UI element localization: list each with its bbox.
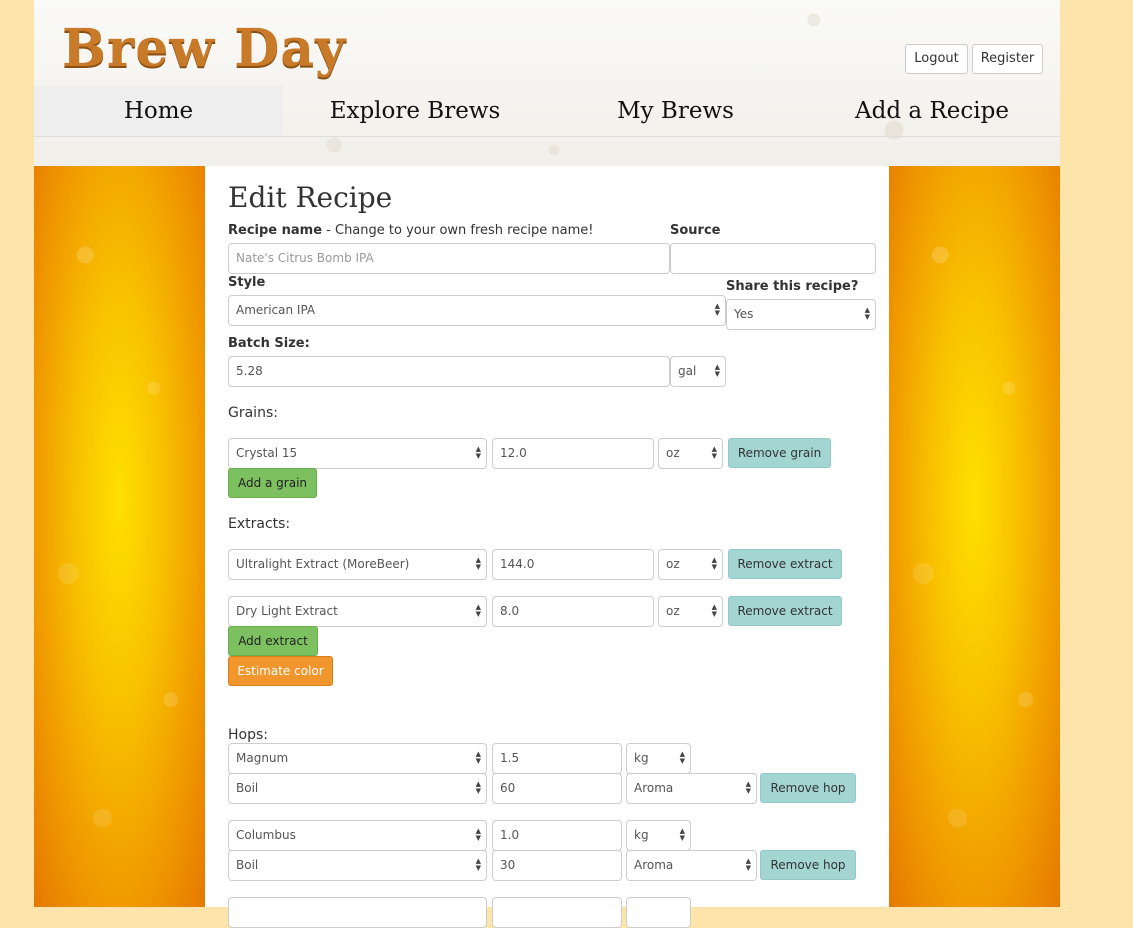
chevron-up-down-icon: ▲ ▼ <box>711 445 717 460</box>
grain-unit-select[interactable]: oz ▲ ▼ <box>658 438 723 469</box>
extract-unit: oz <box>666 557 680 571</box>
recipe-name-label-text: Recipe name <box>228 223 323 238</box>
source-label: Source <box>670 223 721 238</box>
nav-my-brews[interactable]: My Brews <box>547 86 804 136</box>
chevron-up-down-icon: ▲ ▼ <box>475 445 481 460</box>
nav-home[interactable]: Home <box>34 86 283 136</box>
share-label: Share this recipe? <box>726 279 859 294</box>
style-select-value: American IPA <box>236 303 316 317</box>
hop-time-input[interactable]: 60 <box>492 773 622 804</box>
extract-unit: oz <box>666 604 680 618</box>
beer-background-right <box>889 166 1060 907</box>
grain-name: Crystal 15 <box>236 446 298 460</box>
main-nav: Home Explore Brews My Brews Add a Recipe <box>34 86 1060 137</box>
extract-select[interactable]: Ultralight Extract (MoreBeer) ▲ ▼ <box>228 549 487 580</box>
share-select[interactable]: Yes ▲ ▼ <box>726 299 876 330</box>
batch-size-input[interactable]: 5.28 <box>228 356 670 387</box>
hop-amount-input[interactable]: 1.5 <box>492 743 622 774</box>
chevron-up-down-icon: ▲ ▼ <box>864 306 870 321</box>
edit-recipe-form: Edit Recipe Recipe name - Change to your… <box>205 166 889 928</box>
recipe-name-input[interactable]: Nate's Citrus Bomb IPA <box>228 243 670 274</box>
chevron-up-down-icon: ▲ ▼ <box>679 827 685 842</box>
hop-use-select[interactable]: Boil ▲ ▼ <box>228 850 487 881</box>
hop-unit: kg <box>634 828 649 842</box>
hop-use-select[interactable]: Boil ▲ ▼ <box>228 773 487 804</box>
remove-hop-button[interactable]: Remove hop <box>760 773 856 803</box>
batch-size-label: Batch Size: <box>228 336 310 351</box>
chevron-up-down-icon: ▲ ▼ <box>475 780 481 795</box>
hop-type: Aroma <box>634 781 674 795</box>
source-input[interactable] <box>670 243 876 274</box>
hop-unit-select[interactable]: kg ▲ ▼ <box>626 820 691 851</box>
chevron-up-down-icon: ▲ ▼ <box>711 556 717 571</box>
chevron-up-down-icon: ▲ ▼ <box>475 556 481 571</box>
batch-unit-value: gal <box>678 364 697 378</box>
hop-type-select[interactable]: Aroma ▲ ▼ <box>626 773 757 804</box>
hop-unit: kg <box>634 751 649 765</box>
estimate-color-button[interactable]: Estimate color <box>228 656 333 686</box>
hop-use: Boil <box>236 781 259 795</box>
chevron-up-down-icon: ▲ ▼ <box>714 302 720 317</box>
page: Brew Day Logout Register Home Explore Br… <box>34 0 1060 928</box>
remove-extract-button[interactable]: Remove extract <box>728 596 842 626</box>
hop-select[interactable] <box>228 897 487 928</box>
extract-amount-input[interactable]: 144.0 <box>492 549 654 580</box>
recipe-name-label: Recipe name - Change to your own fresh r… <box>228 223 593 238</box>
extract-name: Ultralight Extract (MoreBeer) <box>236 557 410 571</box>
chevron-up-down-icon: ▲ ▼ <box>745 857 751 872</box>
logout-button[interactable]: Logout <box>905 44 968 74</box>
page-title: Edit Recipe <box>228 181 393 214</box>
hop-time-input[interactable]: 30 <box>492 850 622 881</box>
hop-name: Columbus <box>236 828 296 842</box>
chevron-up-down-icon: ▲ ▼ <box>745 780 751 795</box>
hop-use: Boil <box>236 858 259 872</box>
chevron-up-down-icon: ▲ ▼ <box>711 603 717 618</box>
add-grain-button[interactable]: Add a grain <box>228 468 317 498</box>
chevron-up-down-icon: ▲ ▼ <box>475 857 481 872</box>
style-select[interactable]: American IPA ▲ ▼ <box>228 295 726 326</box>
chevron-up-down-icon: ▲ ▼ <box>475 827 481 842</box>
extract-unit-select[interactable]: oz ▲ ▼ <box>658 549 723 580</box>
extract-select[interactable]: Dry Light Extract ▲ ▼ <box>228 596 487 627</box>
hop-name: Magnum <box>236 751 289 765</box>
hop-select[interactable]: Columbus ▲ ▼ <box>228 820 487 851</box>
hop-amount-input[interactable] <box>492 897 622 928</box>
hops-heading: Hops: <box>228 727 268 743</box>
batch-unit-select[interactable]: gal ▲ ▼ <box>670 356 726 387</box>
extract-unit-select[interactable]: oz ▲ ▼ <box>658 596 723 627</box>
logo[interactable]: Brew Day <box>62 18 346 79</box>
beer-background-left <box>34 166 205 907</box>
share-select-value: Yes <box>734 307 754 321</box>
grain-amount-input[interactable]: 12.0 <box>492 438 654 469</box>
hop-type: Aroma <box>634 858 674 872</box>
hop-unit-select[interactable] <box>626 897 691 928</box>
hop-type-select[interactable]: Aroma ▲ ▼ <box>626 850 757 881</box>
remove-hop-button[interactable]: Remove hop <box>760 850 856 880</box>
grain-unit: oz <box>666 446 680 460</box>
grains-heading: Grains: <box>228 405 278 421</box>
chevron-up-down-icon: ▲ ▼ <box>475 603 481 618</box>
chevron-up-down-icon: ▲ ▼ <box>475 750 481 765</box>
extract-amount-input[interactable]: 8.0 <box>492 596 654 627</box>
hop-select[interactable]: Magnum ▲ ▼ <box>228 743 487 774</box>
extracts-heading: Extracts: <box>228 516 291 532</box>
nav-explore-brews[interactable]: Explore Brews <box>283 86 547 136</box>
hop-unit-select[interactable]: kg ▲ ▼ <box>626 743 691 774</box>
header: Brew Day Logout Register Home Explore Br… <box>34 0 1060 166</box>
chevron-up-down-icon: ▲ ▼ <box>714 363 720 378</box>
hop-amount-input[interactable]: 1.0 <box>492 820 622 851</box>
add-extract-button[interactable]: Add extract <box>228 626 318 656</box>
recipe-name-hint: - Change to your own fresh recipe name! <box>322 223 594 238</box>
register-button[interactable]: Register <box>972 44 1043 74</box>
nav-add-recipe[interactable]: Add a Recipe <box>804 86 1060 136</box>
remove-grain-button[interactable]: Remove grain <box>728 438 831 468</box>
chevron-up-down-icon: ▲ ▼ <box>679 750 685 765</box>
style-label: Style <box>228 275 266 290</box>
remove-extract-button[interactable]: Remove extract <box>728 549 842 579</box>
grain-select[interactable]: Crystal 15 ▲ ▼ <box>228 438 487 469</box>
extract-name: Dry Light Extract <box>236 604 338 618</box>
